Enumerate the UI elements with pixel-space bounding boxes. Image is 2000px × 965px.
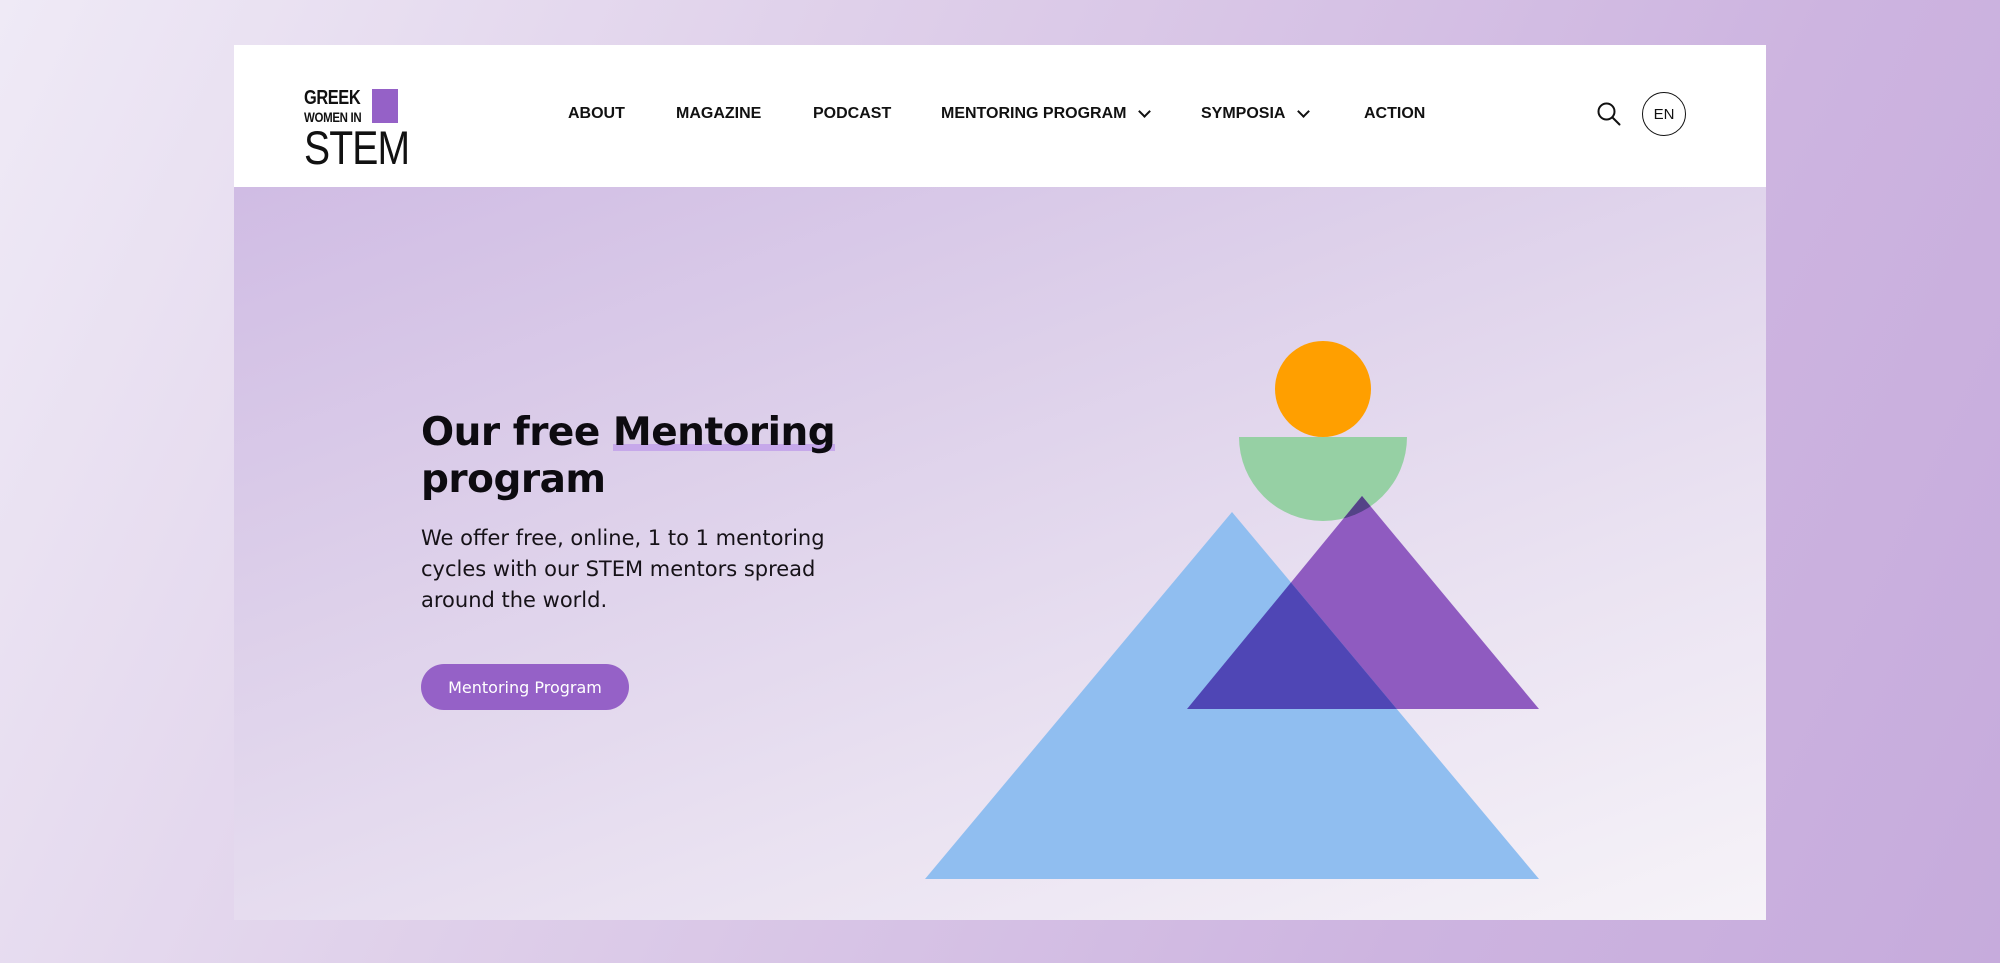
search-icon[interactable] (1596, 101, 1622, 127)
nav-item-label: SYMPOSIA (1201, 105, 1286, 122)
logo-text-greek: GREEK (304, 87, 361, 109)
logo-text-stem: STEM (304, 120, 410, 174)
logo-square (372, 89, 398, 123)
nav-item-label: PODCAST (813, 105, 892, 122)
nav-item-action[interactable]: ACTION (1364, 105, 1425, 123)
nav-item-label: MENTORING PROGRAM (941, 105, 1127, 122)
site-header: GREEK WOMEN IN STEM ABOUT MAGAZINE PODCA… (234, 45, 1766, 187)
logo[interactable]: GREEK WOMEN IN STEM (302, 67, 410, 171)
hero-section: Our free Mentoring program We offer free,… (234, 187, 1766, 920)
nav-item-label: MAGAZINE (676, 105, 762, 122)
orange-circle-shape (1275, 341, 1371, 437)
nav-item-podcast[interactable]: PODCAST (813, 105, 891, 123)
chevron-down-icon (1297, 105, 1311, 118)
nav-item-about[interactable]: ABOUT (568, 105, 625, 123)
chevron-down-icon (1138, 105, 1152, 118)
nav-item-mentoring-program[interactable]: MENTORING PROGRAM (941, 105, 1152, 123)
language-switcher[interactable]: EN (1642, 92, 1686, 136)
hero-illustration (925, 341, 1539, 879)
nav-item-magazine[interactable]: MAGAZINE (676, 105, 761, 123)
green-semicircle-shape (1239, 437, 1407, 521)
nav-item-symposia[interactable]: SYMPOSIA (1201, 105, 1311, 123)
site-frame: GREEK WOMEN IN STEM ABOUT MAGAZINE PODCA… (234, 45, 1766, 920)
nav-item-label: ACTION (1364, 105, 1426, 122)
nav-item-label: ABOUT (568, 105, 625, 122)
